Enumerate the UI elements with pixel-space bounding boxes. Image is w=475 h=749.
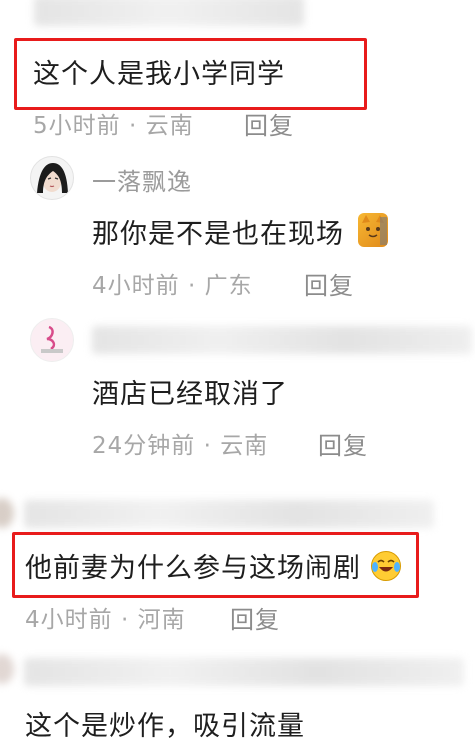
comment-meta: 4小时前 · 广东 bbox=[92, 266, 253, 300]
comment-location: 云南 bbox=[220, 433, 269, 459]
comment-location: 广东 bbox=[204, 273, 253, 299]
comment-text-content: 那你是不是也在现场 bbox=[92, 219, 344, 250]
comment-time: 5小时前 bbox=[33, 113, 121, 139]
reply-button[interactable]: 回复 bbox=[318, 426, 368, 461]
comment-location: 云南 bbox=[145, 113, 194, 139]
comment-text: 酒店已经取消了 bbox=[92, 379, 288, 410]
meta-separator: · bbox=[112, 607, 138, 633]
comment-text: 他前妻为什么参与这场闹剧 bbox=[25, 546, 401, 585]
blurred-username bbox=[34, 0, 304, 26]
comment-text-content: 他前妻为什么参与这场闹剧 bbox=[25, 553, 361, 584]
comment-meta: 4小时前 · 河南 bbox=[25, 600, 186, 634]
avatar-illustration bbox=[37, 163, 68, 193]
blurred-username bbox=[24, 500, 434, 528]
cat-emoji-icon bbox=[357, 213, 388, 247]
blurred-username bbox=[24, 658, 464, 686]
avatar[interactable] bbox=[0, 654, 14, 684]
avatar-logo-icon bbox=[41, 325, 63, 353]
comment-meta: 24分钟前 · 云南 bbox=[92, 426, 268, 460]
comment-text: 那你是不是也在现场 bbox=[92, 212, 388, 251]
comment-time: 4小时前 bbox=[92, 273, 180, 299]
comment-location: 河南 bbox=[137, 607, 186, 633]
avatar[interactable] bbox=[0, 498, 14, 528]
reply-button[interactable]: 回复 bbox=[230, 600, 280, 635]
laughing-crying-emoji-icon bbox=[370, 551, 401, 581]
avatar[interactable] bbox=[30, 156, 74, 200]
comment-meta: 5小时前 · 云南 bbox=[33, 106, 194, 140]
comment-text: 这个是炒作，吸引流量 bbox=[25, 711, 305, 742]
comment-username[interactable]: 一落飘逸 bbox=[92, 162, 192, 197]
comment-time: 4小时前 bbox=[25, 607, 113, 633]
reply-button[interactable]: 回复 bbox=[244, 106, 294, 141]
comment-text: 这个人是我小学同学 bbox=[33, 59, 285, 90]
blurred-username bbox=[92, 326, 472, 354]
meta-separator: · bbox=[179, 273, 205, 299]
meta-separator: · bbox=[195, 433, 221, 459]
reply-button[interactable]: 回复 bbox=[304, 266, 354, 301]
comment-time: 24分钟前 bbox=[92, 433, 196, 459]
avatar[interactable] bbox=[30, 318, 74, 362]
meta-separator: · bbox=[120, 113, 146, 139]
